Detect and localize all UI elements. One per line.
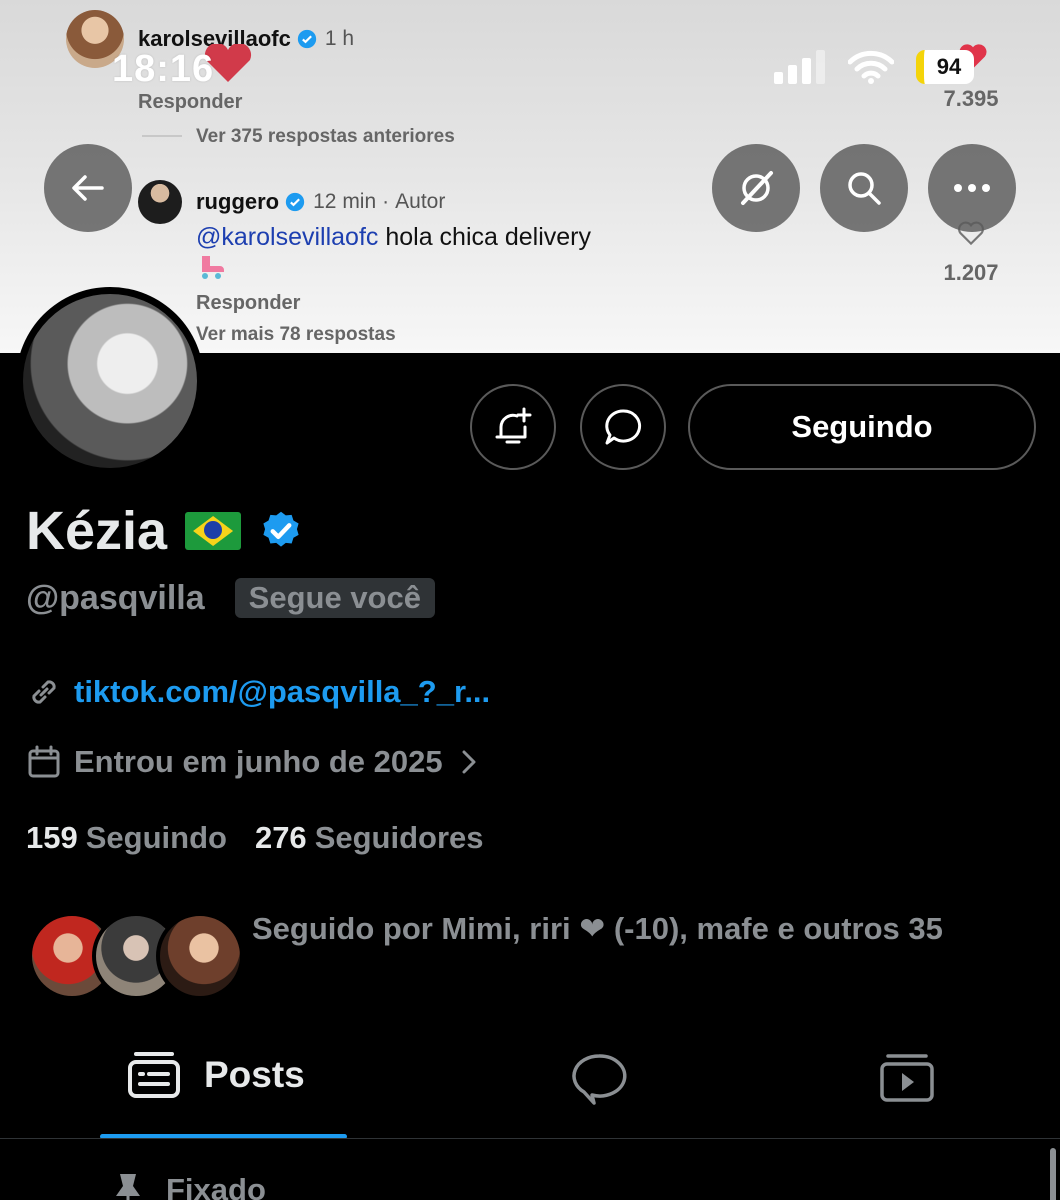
scrollbar[interactable] bbox=[1050, 1148, 1056, 1200]
wifi-icon bbox=[848, 50, 894, 84]
message-button[interactable] bbox=[580, 384, 666, 470]
ruggero-avatar bbox=[138, 180, 182, 224]
reply-body: hola chica delivery bbox=[385, 223, 592, 251]
chevron-right-icon bbox=[462, 750, 476, 774]
battery-level: 94 bbox=[936, 54, 962, 79]
follow-stats: 159 Seguindo 276 Seguidores bbox=[26, 820, 512, 856]
top-comment-reply[interactable]: Responder bbox=[138, 91, 242, 114]
following-label[interactable]: Seguindo bbox=[86, 820, 227, 856]
avatar bbox=[156, 912, 244, 1000]
signal-icon bbox=[774, 50, 825, 84]
profile-photo bbox=[23, 294, 197, 468]
follows-you-badge: Segue você bbox=[234, 578, 435, 618]
tab-posts-label: Posts bbox=[204, 1054, 305, 1095]
reply-comment-text: @karolsevillaofc hola chica delivery bbox=[196, 222, 616, 284]
profile-name: Kézia bbox=[26, 501, 168, 561]
posts-tab-icon bbox=[128, 1052, 180, 1098]
more-button[interactable] bbox=[928, 144, 1016, 232]
arrow-left-icon bbox=[72, 175, 104, 201]
profile-link[interactable]: tiktok.com/@pasqvilla_?_r... bbox=[74, 674, 490, 710]
brazil-flag-icon bbox=[185, 512, 242, 550]
search-icon bbox=[848, 172, 881, 205]
reply-comment-likes: 1.207 bbox=[943, 260, 999, 285]
following-count[interactable]: 159 bbox=[26, 820, 78, 856]
status-icons: 94 bbox=[774, 50, 974, 84]
verified-icon[interactable] bbox=[259, 509, 303, 553]
dot-separator: · bbox=[382, 190, 390, 213]
tab-media[interactable] bbox=[878, 1052, 936, 1104]
author-tag: Autor bbox=[395, 190, 446, 213]
tabs-divider bbox=[0, 1138, 1060, 1139]
reply-comment-username: ruggero bbox=[196, 189, 280, 214]
tab-replies[interactable] bbox=[570, 1052, 628, 1106]
roller-skate-icon bbox=[202, 256, 224, 279]
followed-by-text[interactable]: Seguido por Mimi, riri ❤ (-10), mafe e o… bbox=[252, 904, 1042, 954]
following-button[interactable]: Seguindo bbox=[688, 384, 1036, 470]
handle-row: @pasqvilla Segue você bbox=[26, 578, 435, 618]
profile-name-row: Kézia bbox=[26, 500, 303, 562]
back-button[interactable] bbox=[44, 144, 132, 232]
link-icon bbox=[32, 680, 56, 704]
mutual-followers-avatars[interactable] bbox=[28, 912, 244, 1002]
verified-icon bbox=[285, 192, 305, 212]
pinned-label-row: Fixado bbox=[110, 1170, 266, 1200]
top-comment-likes: 7.395 bbox=[943, 86, 999, 111]
followers-label[interactable]: Seguidores bbox=[315, 820, 484, 856]
pinned-label: Fixado bbox=[166, 1172, 266, 1200]
joined-row[interactable]: Entrou em junho de 2025 bbox=[26, 744, 481, 780]
calendar-icon bbox=[28, 745, 60, 778]
video-icon bbox=[880, 1054, 934, 1102]
more-horizontal-icon bbox=[954, 184, 990, 192]
reply-comment-header: ruggero 12 min · Autor bbox=[138, 180, 445, 224]
top-comment-time: 1 h bbox=[324, 27, 355, 50]
reply-comment-reply[interactable]: Responder bbox=[196, 292, 300, 315]
chat-bubble-icon bbox=[572, 1054, 627, 1105]
profile-avatar[interactable] bbox=[16, 287, 204, 475]
reply-comment-time: 12 min bbox=[313, 190, 377, 213]
grok-button[interactable] bbox=[712, 144, 800, 232]
profile-link-row[interactable]: tiktok.com/@pasqvilla_?_r... bbox=[26, 674, 490, 710]
followers-count[interactable]: 276 bbox=[255, 820, 307, 856]
status-time: 18:16 bbox=[112, 48, 215, 90]
notify-button[interactable] bbox=[470, 384, 556, 470]
view-more-replies[interactable]: Ver mais 78 respostas bbox=[196, 324, 396, 346]
battery-indicator: 94 bbox=[916, 50, 974, 84]
view-previous-replies[interactable]: Ver 375 respostas anteriores bbox=[196, 126, 455, 148]
verified-icon bbox=[297, 29, 317, 49]
joined-date: Entrou em junho de 2025 bbox=[74, 744, 443, 779]
chat-bubble-icon bbox=[605, 409, 642, 445]
reply-mention[interactable]: @karolsevillaofc bbox=[196, 223, 378, 251]
profile-handle: @pasqvilla bbox=[26, 578, 205, 617]
pin-icon bbox=[116, 1174, 140, 1200]
thread-line bbox=[142, 135, 182, 137]
grok-icon bbox=[741, 171, 773, 205]
tab-posts[interactable]: Posts bbox=[126, 1050, 305, 1100]
search-button[interactable] bbox=[820, 144, 908, 232]
bell-plus-icon bbox=[495, 407, 532, 444]
